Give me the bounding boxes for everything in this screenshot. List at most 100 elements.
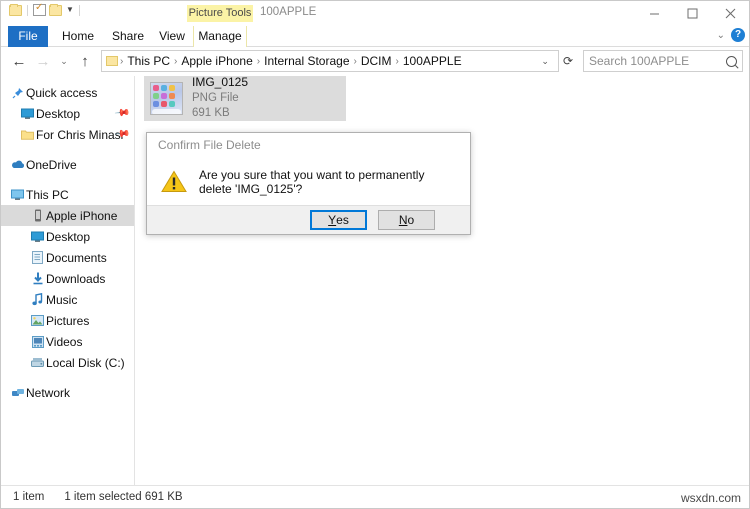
ribbon-controls: ⌄ ? xyxy=(717,28,745,42)
downloads-icon xyxy=(29,272,46,285)
properties-checkbox-icon[interactable] xyxy=(33,2,46,16)
file-explorer-window: ▼ Picture Tools 100APPLE File Home Share… xyxy=(0,0,750,509)
tab-manage[interactable]: Manage xyxy=(193,26,247,47)
help-icon[interactable]: ? xyxy=(731,28,745,42)
dialog-title: Confirm File Delete xyxy=(147,133,470,158)
dialog-body: Are you sure that you want to permanentl… xyxy=(147,158,470,205)
sidebar-item-label: Local Disk (C:) xyxy=(46,355,125,370)
sidebar-item-desktop-quick[interactable]: Desktop 📌 xyxy=(1,103,134,124)
folder-icon xyxy=(19,129,36,140)
iphone-screenshot-thumbnail xyxy=(150,82,183,115)
back-arrow-icon[interactable]: ← xyxy=(7,49,31,73)
forward-arrow-icon: → xyxy=(35,52,51,70)
no-button[interactable]: No xyxy=(378,210,435,230)
address-chevron-down-icon[interactable]: ⌄ xyxy=(536,56,554,67)
sidebar-item-downloads[interactable]: Downloads xyxy=(1,268,134,289)
tab-view[interactable]: View xyxy=(153,26,191,47)
pictures-icon xyxy=(29,315,46,326)
picture-tools-label: Picture Tools xyxy=(187,5,253,22)
sidebar-item-desktop[interactable]: Desktop xyxy=(1,226,134,247)
sidebar-item-label: Desktop xyxy=(46,229,91,244)
disk-icon xyxy=(29,357,46,368)
videos-icon xyxy=(29,335,46,348)
new-folder-icon[interactable] xyxy=(49,3,62,16)
file-type: PNG File xyxy=(192,92,239,105)
close-icon[interactable] xyxy=(711,1,749,26)
navigation-buttons: ← → ⌄ ↑ xyxy=(7,49,97,73)
sidebar-item-label: Videos xyxy=(46,334,83,349)
sidebar-item-label: Desktop xyxy=(36,106,81,121)
desktop-icon xyxy=(19,108,36,120)
refresh-icon[interactable]: ⟳ xyxy=(559,54,577,68)
sidebar-item-label: Network xyxy=(26,385,71,400)
folder-icon[interactable] xyxy=(9,3,22,16)
chevron-down-icon[interactable]: ⌄ xyxy=(717,30,725,41)
chevron-down-icon[interactable]: ▼ xyxy=(66,6,74,14)
search-input[interactable]: Search 100APPLE xyxy=(583,50,743,72)
music-icon xyxy=(29,293,46,306)
pin-icon[interactable]: 📌 xyxy=(113,105,130,121)
status-bar: 1 item 1 item selected 691 KB wsxdn.com xyxy=(1,485,749,508)
sidebar-item-label: Pictures xyxy=(46,313,90,328)
sidebar-item-label: For Chris Minasi xyxy=(36,127,124,142)
yes-button[interactable]: Yes xyxy=(310,210,367,230)
cloud-icon xyxy=(9,159,26,170)
breadcrumb-item-apple-iphone[interactable]: Apple iPhone xyxy=(177,54,256,68)
documents-icon xyxy=(29,251,46,264)
warning-icon xyxy=(161,170,187,193)
tab-home[interactable]: Home xyxy=(56,26,100,47)
search-icon[interactable] xyxy=(723,53,740,69)
confirm-file-delete-dialog: Confirm File Delete Are you sure that yo… xyxy=(146,132,471,235)
sidebar-item-label: Documents xyxy=(46,250,107,265)
status-item-count: 1 item xyxy=(13,491,45,503)
sidebar-item-label: Quick access xyxy=(26,85,98,100)
sidebar-item-for-chris-minasi[interactable]: For Chris Minasi 📌 xyxy=(1,124,134,145)
pc-icon xyxy=(9,189,26,201)
sidebar-item-onedrive[interactable]: OneDrive xyxy=(1,154,134,175)
sidebar-item-apple-iphone[interactable]: Apple iPhone xyxy=(1,205,134,226)
title-bar: ▼ Picture Tools 100APPLE xyxy=(1,1,749,26)
sidebar-item-network[interactable]: Network xyxy=(1,382,134,403)
recent-locations-chevron-down-icon[interactable]: ⌄ xyxy=(55,49,73,73)
breadcrumb-item-internal-storage[interactable]: Internal Storage xyxy=(260,54,353,68)
dialog-buttons: Yes No xyxy=(147,205,470,234)
maximize-icon[interactable] xyxy=(673,1,711,26)
status-selection-info: 1 item selected 691 KB xyxy=(64,491,183,503)
sidebar-item-label: Music xyxy=(46,292,78,307)
sidebar-item-documents[interactable]: Documents xyxy=(1,247,134,268)
sidebar-item-videos[interactable]: Videos xyxy=(1,331,134,352)
search-placeholder: Search 100APPLE xyxy=(589,54,690,68)
breadcrumb-path: › This PC › Apple iPhone › Internal Stor… xyxy=(106,54,536,68)
breadcrumb-item-this-pc[interactable]: This PC xyxy=(123,54,174,68)
breadcrumb-item-100apple[interactable]: 100APPLE xyxy=(399,54,466,68)
breadcrumb[interactable]: › This PC › Apple iPhone › Internal Stor… xyxy=(101,50,559,72)
network-icon xyxy=(9,387,26,399)
watermark: wsxdn.com xyxy=(680,491,741,505)
list-item[interactable]: IMG_0125 PNG File 691 KB xyxy=(144,75,346,121)
up-arrow-icon[interactable]: ↑ xyxy=(73,49,97,73)
window-title: 100APPLE xyxy=(260,6,317,18)
navigation-pane: Quick access Desktop 📌 For Chris Minasi … xyxy=(1,76,135,485)
desktop-icon xyxy=(29,231,46,243)
tab-file[interactable]: File xyxy=(8,26,48,47)
dialog-message: Are you sure that you want to permanentl… xyxy=(199,167,425,196)
phone-icon xyxy=(29,209,46,222)
sidebar-item-this-pc[interactable]: This PC xyxy=(1,184,134,205)
sidebar-item-music[interactable]: Music xyxy=(1,289,134,310)
sidebar-item-label: This PC xyxy=(26,187,69,202)
pin-icon xyxy=(9,87,26,99)
tab-share[interactable]: Share xyxy=(106,26,150,47)
breadcrumb-item-dcim[interactable]: DCIM xyxy=(357,54,396,68)
file-size: 691 KB xyxy=(192,107,230,120)
sidebar-item-pictures[interactable]: Pictures xyxy=(1,310,134,331)
ribbon-tab-row: File Home Share View Manage ⌄ ? xyxy=(1,26,749,47)
sidebar-item-label: OneDrive xyxy=(26,157,77,172)
toolbar-divider xyxy=(27,4,28,16)
toolbar-divider xyxy=(78,4,80,16)
minimize-icon[interactable] xyxy=(635,1,673,26)
sidebar-item-quick-access[interactable]: Quick access xyxy=(1,82,134,103)
sidebar-item-local-disk-c[interactable]: Local Disk (C:) xyxy=(1,352,134,373)
